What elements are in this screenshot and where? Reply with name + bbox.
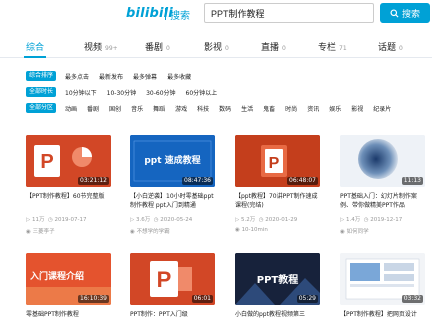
svg-text:P: P — [269, 155, 280, 172]
video-thumbnail[interactable]: P 06:48:07 — [235, 135, 320, 187]
video-plays: 1.4万 — [345, 217, 361, 223]
filter-zone-option[interactable]: 番剧 — [87, 104, 99, 113]
video-uploader[interactable]: ◉ 10-10min — [235, 227, 320, 233]
video-uploader[interactable]: ◉ 如何同学 — [340, 227, 425, 235]
filter-zone-option[interactable]: 影视 — [351, 104, 363, 113]
svg-text:P: P — [40, 151, 53, 173]
filter-order-option[interactable]: 最新发布 — [99, 72, 123, 81]
video-duration: 06:48:07 — [287, 177, 318, 185]
filter-zone-row: 全部分区 动画 番剧 国创 音乐 舞蹈 游戏 科技 数码 生活 鬼畜 时尚 资讯… — [26, 102, 401, 114]
filter-zone-option[interactable]: 音乐 — [131, 104, 143, 113]
filter-duration-selected[interactable]: 全部时长 — [26, 87, 57, 97]
video-meta: ▷ 3.6万 ◷ 2020-05-24 — [130, 217, 193, 223]
filter-zone-option[interactable]: 国创 — [109, 104, 121, 113]
thumbnail-caption: 入门课程介绍 — [30, 272, 85, 282]
filter-zone-option[interactable]: 数码 — [219, 104, 231, 113]
filter-zone-option[interactable]: 生活 — [241, 104, 253, 113]
video-duration: 03:21:12 — [78, 177, 109, 185]
video-title[interactable]: 【PPT制作教程】把网页设计 — [340, 310, 425, 328]
video-thumbnail[interactable]: 入门课程介绍 16:10:39 — [26, 253, 111, 305]
video-date: 2019-07-17 — [54, 217, 87, 223]
filter-order-option[interactable]: 最多收藏 — [167, 72, 191, 81]
video-duration: 11:13 — [401, 177, 423, 185]
video-duration: 16:10:39 — [78, 295, 109, 303]
filter-zone-selected[interactable]: 全部分区 — [26, 103, 57, 113]
video-thumbnail[interactable]: P 03:21:12 — [26, 135, 111, 187]
video-plays: 5.2万 — [240, 217, 256, 223]
filter-order-option[interactable]: 最多点击 — [65, 72, 89, 81]
filter-zone-option[interactable]: 动画 — [65, 104, 77, 113]
filter-zone-option[interactable]: 鬼畜 — [263, 104, 275, 113]
filter-duration-option[interactable]: 10-30分钟 — [107, 88, 136, 97]
video-title[interactable]: 零基础PPT制作教程 — [26, 310, 111, 328]
active-tab-underline — [24, 56, 46, 58]
video-title[interactable]: 【ppt教程】70讲PPT制作速成课程(完结) — [235, 192, 320, 210]
video-date: 2019-12-17 — [370, 217, 403, 223]
video-plays: 3.6万 — [135, 217, 151, 223]
search-icon — [390, 8, 399, 18]
video-title[interactable]: 【小白逆袭】10小时零基础ppt制作教程 ppt入门到精通 — [130, 192, 215, 210]
filter-duration-option[interactable]: 60分钟以上 — [186, 88, 218, 97]
video-thumbnail[interactable]: P 06:01 — [130, 253, 215, 305]
video-thumbnail[interactable]: ppt 速成教程 08:47:36 — [130, 135, 215, 187]
video-title[interactable]: 【PPT制作教程】60节完整版 — [26, 192, 111, 210]
filter-duration-option[interactable]: 30-60分钟 — [146, 88, 175, 97]
header: bilibili 搜索 搜索 — [0, 0, 432, 30]
tab-live[interactable]: 直播 0 — [261, 40, 286, 53]
tab-bangumi[interactable]: 番剧 0 — [145, 40, 170, 53]
svg-text:P: P — [157, 267, 172, 292]
filter-zone-option[interactable]: 科技 — [197, 104, 209, 113]
filter-order-option[interactable]: 最多弹幕 — [133, 72, 157, 81]
thumbnail-caption: ppt 速成教程 — [144, 156, 201, 166]
filter-duration-row: 全部时长 10分钟以下 10-30分钟 30-60分钟 60分钟以上 — [26, 86, 227, 98]
filter-zone-option[interactable]: 纪录片 — [373, 104, 391, 113]
video-meta: ▷ 5.2万 ◷ 2020-01-29 — [235, 217, 298, 223]
filter-duration-option[interactable]: 10分钟以下 — [65, 88, 97, 97]
filter-zone-option[interactable]: 舞蹈 — [153, 104, 165, 113]
video-thumbnail[interactable]: 11:13 — [340, 135, 425, 187]
video-thumbnail[interactable]: PPT教程 05:29 — [235, 253, 320, 305]
video-title[interactable]: 小白做的ppt教程视频第三 — [235, 310, 320, 328]
filter-order-row: 综合排序 最多点击 最新发布 最多弹幕 最多收藏 — [26, 70, 201, 82]
video-duration: 06:01 — [191, 295, 213, 303]
thumbnail-caption: PPT教程 — [256, 275, 299, 286]
video-plays: 11万 — [31, 217, 45, 223]
filter-zone-option[interactable]: 时尚 — [285, 104, 297, 113]
filter-zone-option[interactable]: 资讯 — [307, 104, 319, 113]
logo-search-label: 搜索 — [170, 11, 190, 22]
tab-film[interactable]: 影视 0 — [204, 40, 229, 53]
filter-order-selected[interactable]: 综合排序 — [26, 71, 57, 81]
filter-zone-option[interactable]: 游戏 — [175, 104, 187, 113]
filter-zone-option[interactable]: 娱乐 — [329, 104, 341, 113]
video-uploader[interactable]: ◉ 不想学的学霸 — [130, 227, 215, 235]
video-duration: 08:47:36 — [182, 177, 213, 185]
video-duration: 05:29 — [296, 295, 318, 303]
search-input[interactable] — [204, 3, 374, 23]
tab-topic[interactable]: 话题 0 — [378, 40, 403, 53]
video-meta: ▷ 1.4万 ◷ 2019-12-17 — [340, 217, 403, 223]
video-thumbnail[interactable]: 03:32 — [340, 253, 425, 305]
video-date: 2020-05-24 — [160, 217, 193, 223]
video-title[interactable]: PPT基础入门：幻灯片制作案例、带你做精美PPT作品 — [340, 192, 425, 210]
logo-divider — [165, 8, 166, 20]
video-duration: 03:32 — [401, 295, 423, 303]
video-title[interactable]: PPT制作：PPT入门级 — [130, 310, 215, 328]
tab-all[interactable]: 综合 — [26, 40, 44, 53]
video-date: 2020-01-29 — [265, 217, 298, 223]
video-uploader[interactable]: ◉ 三菱李子 — [26, 227, 111, 235]
tab-video[interactable]: 视频 99+ — [84, 40, 118, 53]
result-type-tabs: 综合 视频 99+ 番剧 0 影视 0 直播 0 专栏 71 话题 0 — [0, 36, 432, 58]
tab-article[interactable]: 专栏 71 — [318, 40, 347, 53]
video-meta: ▷ 11万 ◷ 2019-07-17 — [26, 217, 87, 223]
search-button[interactable]: 搜索 — [380, 3, 430, 23]
search-button-label: 搜索 — [401, 9, 420, 20]
